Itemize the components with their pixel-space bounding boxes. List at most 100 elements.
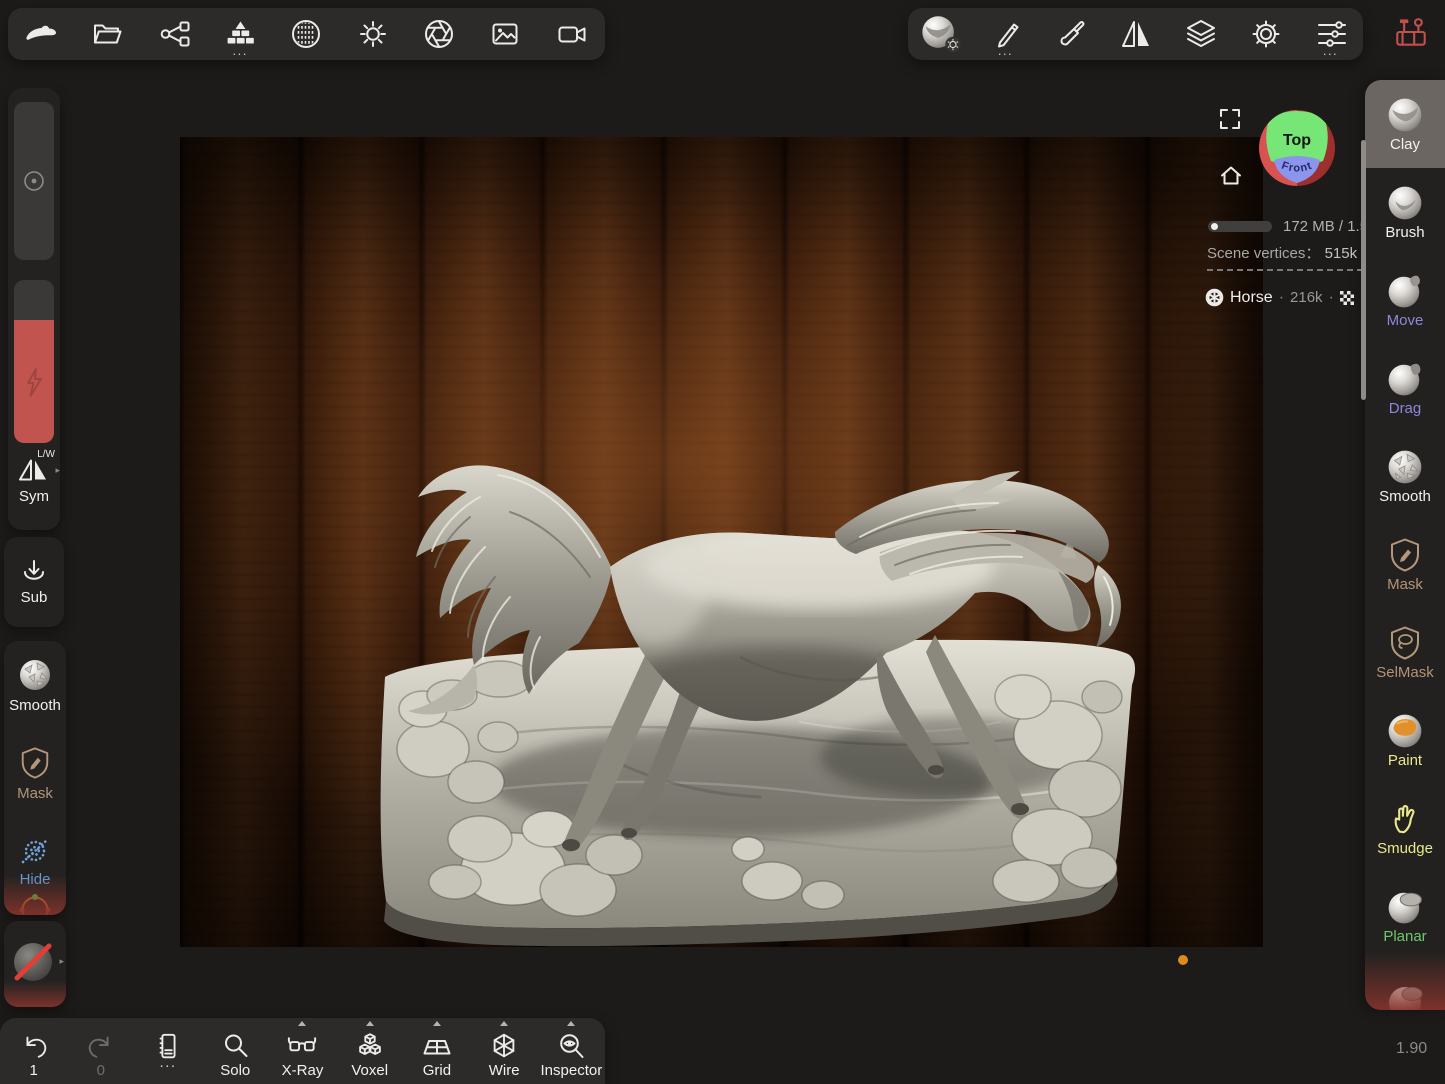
settings-button[interactable] <box>1244 8 1288 60</box>
sym-mirror-icon <box>17 458 49 482</box>
redo-button[interactable]: 0 <box>69 1018 133 1084</box>
tool-label: Mask <box>1387 577 1423 593</box>
no-material-sphere-icon[interactable] <box>11 940 55 984</box>
more-indicator: ... <box>1309 46 1353 56</box>
scene-graph-button[interactable] <box>152 8 196 60</box>
drag-sphere-icon <box>1386 360 1424 398</box>
scene-vertices-row: Scene vertices： 515k <box>1207 242 1357 263</box>
object-row[interactable]: Horse · 216k · <box>1205 288 1354 307</box>
caret-up-icon <box>433 1021 441 1026</box>
tool-planar[interactable]: Planar <box>1365 872 1445 960</box>
tool-clay[interactable]: Clay <box>1365 80 1445 168</box>
tool-brush[interactable]: Brush <box>1365 168 1445 256</box>
memory-text: 172 MB / 1.5 <box>1283 218 1365 235</box>
smooth-label: Smooth <box>9 697 61 714</box>
lighting-button[interactable] <box>351 8 395 60</box>
sidebar-scrollbar[interactable] <box>1361 140 1366 400</box>
material-button[interactable] <box>919 8 963 60</box>
separator-dot: · <box>1279 289 1284 307</box>
smudge-hand-icon <box>1386 800 1424 838</box>
app-logo-button[interactable] <box>19 8 63 60</box>
memory-bar-fill <box>1211 223 1218 230</box>
flatten-sphere-icon <box>1385 982 1425 1010</box>
fullscreen-button[interactable] <box>1218 107 1242 131</box>
sub-arrow-icon <box>20 559 48 585</box>
tool-move[interactable]: Move <box>1365 256 1445 344</box>
mask-label: Mask <box>17 785 53 802</box>
gizmo-top-label: Top <box>1283 132 1311 149</box>
tool-selmask[interactable]: SelMask <box>1365 608 1445 696</box>
checker-icon <box>1340 291 1354 305</box>
orientation-gizmo[interactable]: Top Front <box>1257 108 1337 193</box>
sub-panel: Sub <box>4 537 64 627</box>
voxel-button[interactable]: Voxel <box>338 1018 402 1084</box>
caret-up-icon <box>567 1021 575 1026</box>
home-view-button[interactable] <box>1218 163 1244 187</box>
grid-icon <box>420 1031 454 1061</box>
smooth-sphere-icon <box>17 657 53 693</box>
quick-hide-button[interactable]: Hide <box>4 817 66 905</box>
topology-button[interactable] <box>284 8 328 60</box>
stats-divider <box>1207 269 1363 271</box>
nomad-logo-icon <box>23 16 59 52</box>
wire-button[interactable]: Wire <box>472 1018 536 1084</box>
tool-flatten-partial[interactable] <box>1385 982 1425 1010</box>
solo-button[interactable]: Solo <box>203 1018 267 1084</box>
tool-paint[interactable]: Paint <box>1365 696 1445 784</box>
symmetry-button[interactable] <box>1114 8 1158 60</box>
toolbox-button[interactable] <box>1392 13 1432 55</box>
expand-arrow-icon: ▸ <box>55 466 60 475</box>
paint-settings-button[interactable] <box>1049 8 1093 60</box>
home-icon <box>1218 163 1244 187</box>
radius-slider[interactable] <box>14 102 54 260</box>
tool-drag[interactable]: Drag <box>1365 344 1445 432</box>
app-window: ... <box>0 0 1445 1084</box>
layers-button[interactable] <box>1179 8 1223 60</box>
symmetry-toggle[interactable]: L/W ▸ Sym <box>8 456 60 526</box>
quick-smooth-button[interactable]: Smooth <box>4 641 66 729</box>
undo-button[interactable]: 1 <box>2 1018 66 1084</box>
matcap-sphere-icon <box>289 17 323 51</box>
inspector-button[interactable]: Inspector <box>539 1018 603 1084</box>
grid-button[interactable]: Grid <box>405 1018 469 1084</box>
xray-button[interactable]: X-Ray <box>270 1018 334 1084</box>
caret-up-icon <box>500 1021 508 1026</box>
hide-label: Hide <box>20 871 51 888</box>
toolbox-icon <box>1392 13 1430 51</box>
layers-bake-button[interactable]: ... <box>218 8 262 60</box>
material-sphere-icon <box>919 12 963 56</box>
tool-label: Paint <box>1388 753 1422 769</box>
tool-mask[interactable]: Mask <box>1365 520 1445 608</box>
horse-sculpture[interactable] <box>180 137 1263 947</box>
camera-button[interactable] <box>550 8 594 60</box>
tool-label: Brush <box>1385 225 1424 241</box>
object-vertex-count: 216k <box>1290 289 1323 306</box>
history-button[interactable]: ... <box>136 1018 200 1084</box>
top-right-toolbar: ... <box>908 8 1363 60</box>
tool-smudge[interactable]: Smudge <box>1365 784 1445 872</box>
quick-mask-button[interactable]: Mask <box>4 729 66 817</box>
subdivide-button[interactable]: Sub <box>4 537 64 627</box>
files-button[interactable] <box>85 8 129 60</box>
mask-shield-icon <box>1386 536 1424 574</box>
viewport-canvas[interactable] <box>180 137 1263 947</box>
paintbrush-icon <box>1054 17 1088 51</box>
sym-label: Sym <box>8 488 60 505</box>
grid-label: Grid <box>423 1062 451 1079</box>
redo-icon <box>85 1031 117 1061</box>
background-image-button[interactable] <box>483 8 527 60</box>
tool-smooth[interactable]: Smooth <box>1365 432 1445 520</box>
bottom-toolbar: 1 0 ... Solo <box>0 1018 605 1084</box>
interface-sliders-button[interactable]: ... <box>1309 8 1353 60</box>
separator-dot: · <box>1329 289 1334 307</box>
stroke-button[interactable]: ... <box>984 8 1028 60</box>
caret-up-icon <box>298 1021 306 1026</box>
gizmo-tool-icon[interactable] <box>18 893 52 915</box>
xray-label: X-Ray <box>282 1062 324 1079</box>
solo-magnifier-icon <box>220 1031 250 1061</box>
tool-label: Smooth <box>1379 489 1431 505</box>
fullscreen-icon <box>1218 107 1242 131</box>
intensity-slider[interactable] <box>14 280 54 443</box>
postprocess-button[interactable] <box>417 8 461 60</box>
object-name: Horse <box>1230 289 1273 307</box>
